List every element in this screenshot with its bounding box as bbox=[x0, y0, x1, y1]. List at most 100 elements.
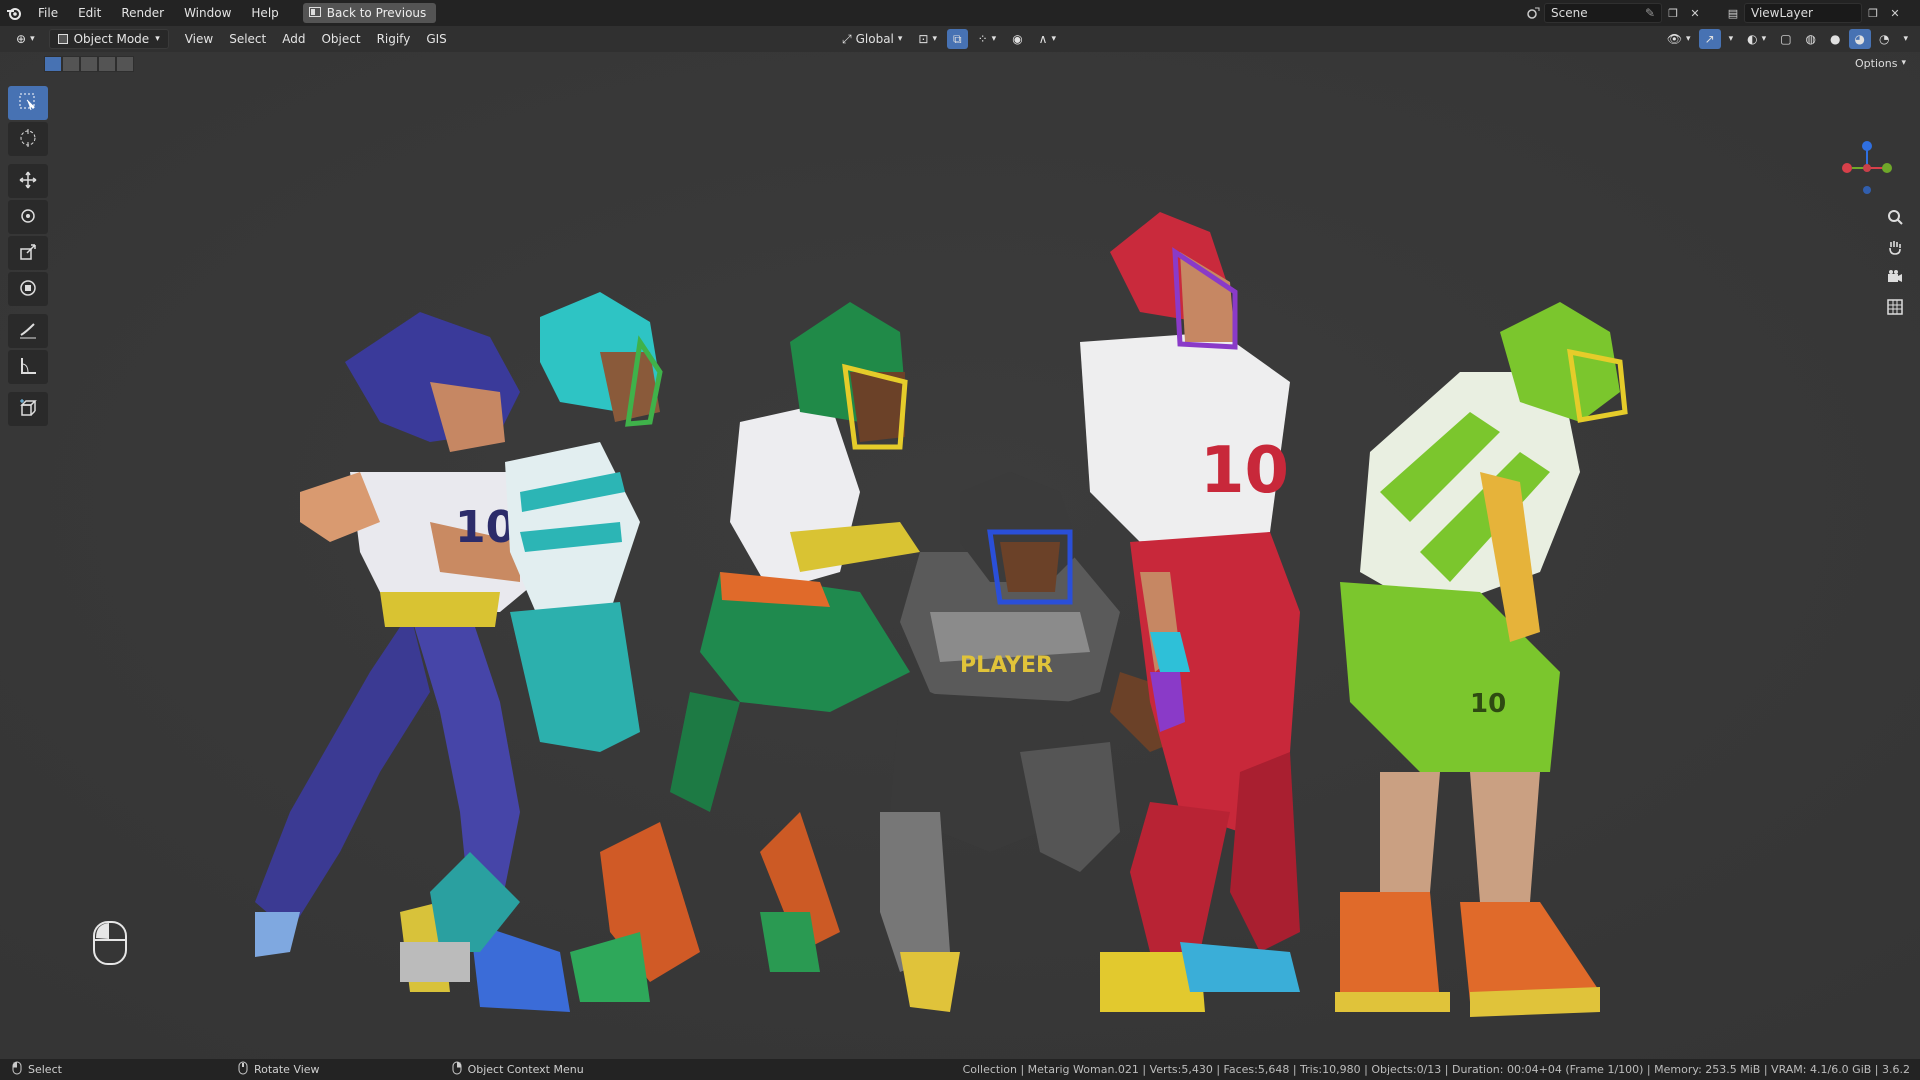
solid-icon: ● bbox=[1830, 32, 1841, 46]
chevron-down-icon: ▾ bbox=[1686, 34, 1691, 44]
annotate-tool[interactable] bbox=[8, 314, 48, 348]
svg-text:10: 10 bbox=[455, 502, 516, 553]
status-select-label: Select bbox=[28, 1063, 62, 1076]
y-axis-icon[interactable] bbox=[1882, 163, 1892, 173]
pivot-icon: ⊡ bbox=[918, 32, 929, 46]
orientation-dropdown[interactable]: ⤢ Global ▾ bbox=[836, 29, 908, 49]
shading-controls: 👁 ▾ ↗ ▾ ◐ ▾ ▢ ◍ ● ◕ ◔ ▾ bbox=[1661, 29, 1914, 49]
xray-toggle[interactable]: ▢ bbox=[1774, 29, 1797, 49]
rotate-tool[interactable] bbox=[8, 200, 48, 234]
new-scene-icon[interactable]: ❐ bbox=[1662, 3, 1684, 23]
rendered-icon: ◔ bbox=[1878, 32, 1890, 46]
pin-icon[interactable]: ✎ bbox=[1645, 6, 1655, 20]
measure-tool[interactable] bbox=[8, 350, 48, 384]
proportional-edit-toggle[interactable]: ◉ bbox=[1006, 29, 1028, 49]
object-mode-dropdown[interactable]: Object Mode ▾ bbox=[48, 29, 169, 49]
blender-logo-icon[interactable] bbox=[0, 0, 28, 26]
orientation-label: Global bbox=[855, 32, 894, 46]
snap-target-dropdown[interactable]: ⁘ ▾ bbox=[972, 29, 1003, 49]
select-extend-button[interactable] bbox=[62, 56, 80, 72]
annotate-pencil-icon bbox=[18, 320, 38, 343]
cursor-tool[interactable] bbox=[8, 122, 48, 156]
gizmo-toggle[interactable]: ↗ bbox=[1698, 29, 1721, 49]
delete-scene-icon[interactable]: ✕ bbox=[1684, 3, 1706, 23]
z-axis-icon[interactable] bbox=[1862, 141, 1872, 151]
select-subtract-button[interactable] bbox=[80, 56, 98, 72]
falloff-dropdown[interactable]: ∧ ▾ bbox=[1033, 29, 1062, 49]
viewlayer-icon[interactable]: ▤ bbox=[1722, 3, 1744, 23]
chevron-down-icon: ▾ bbox=[155, 34, 160, 44]
menu-file[interactable]: File bbox=[28, 0, 68, 26]
status-rotate: Rotate View bbox=[238, 1061, 320, 1078]
orientation-icon: ⤢ bbox=[842, 31, 852, 46]
navigation-gizmo[interactable] bbox=[1832, 138, 1902, 208]
3d-viewport[interactable]: 10 PLAYER 10 10 Options ▾ bbox=[0, 52, 1920, 1059]
move-tool[interactable] bbox=[8, 164, 48, 198]
editor-type-dropdown[interactable]: ⊕ ▾ bbox=[10, 29, 41, 49]
scene-icon[interactable] bbox=[1522, 3, 1544, 23]
solid-shading-button[interactable]: ● bbox=[1824, 29, 1846, 49]
select-box-tool[interactable] bbox=[8, 86, 48, 120]
left-mouse-icon bbox=[12, 1061, 22, 1078]
pan-hand-icon[interactable] bbox=[1880, 232, 1910, 262]
grid-view-icon[interactable] bbox=[1880, 292, 1910, 322]
svg-text:PLAYER: PLAYER bbox=[960, 653, 1053, 678]
status-bar: Select Rotate View Object Context Menu C… bbox=[0, 1059, 1920, 1080]
scale-tool[interactable] bbox=[8, 236, 48, 270]
shading-dropdown[interactable]: ▾ bbox=[1897, 29, 1914, 49]
new-viewlayer-icon[interactable]: ❐ bbox=[1862, 3, 1884, 23]
viewlayer-name-field[interactable]: ViewLayer bbox=[1744, 3, 1862, 23]
select-intersect-button[interactable] bbox=[116, 56, 134, 72]
status-rotate-label: Rotate View bbox=[253, 1063, 320, 1076]
add-cube-tool[interactable] bbox=[8, 392, 48, 426]
scene-name-label: Scene bbox=[1551, 6, 1588, 20]
wireframe-shading-button[interactable]: ◍ bbox=[1800, 29, 1822, 49]
zoom-icon[interactable] bbox=[1880, 202, 1910, 232]
menu-window[interactable]: Window bbox=[174, 0, 241, 26]
back-icon bbox=[308, 6, 321, 20]
right-mouse-icon bbox=[452, 1061, 462, 1078]
chevron-down-icon: ▾ bbox=[932, 34, 938, 44]
measure-ruler-icon bbox=[18, 356, 38, 379]
svg-text:10: 10 bbox=[1200, 434, 1289, 508]
delete-viewlayer-icon[interactable]: ✕ bbox=[1884, 3, 1906, 23]
menu-object[interactable]: Object bbox=[313, 26, 368, 52]
x-axis-icon[interactable] bbox=[1842, 163, 1852, 173]
rotate-icon bbox=[18, 206, 38, 229]
pivot-dropdown[interactable]: ⊡ ▾ bbox=[912, 29, 943, 49]
eye-icon: 👁 bbox=[1666, 32, 1683, 46]
menu-gis[interactable]: GIS bbox=[418, 26, 454, 52]
scale-icon bbox=[18, 242, 38, 265]
scene-selector: Scene ✎ ❐ ✕ bbox=[1522, 3, 1706, 23]
transform-tool[interactable] bbox=[8, 272, 48, 306]
menu-select[interactable]: Select bbox=[221, 26, 274, 52]
scene-render: 10 PLAYER 10 10 bbox=[0, 52, 1920, 1059]
select-new-button[interactable] bbox=[44, 56, 62, 72]
overlay-toggle[interactable]: ◐ ▾ bbox=[1741, 29, 1772, 49]
xray-icon: ▢ bbox=[1780, 32, 1792, 46]
snap-toggle[interactable]: ⧉ bbox=[947, 29, 968, 49]
options-label: Options bbox=[1855, 56, 1898, 70]
material-shading-button[interactable]: ◕ bbox=[1848, 29, 1871, 49]
chevron-down-icon: ▾ bbox=[991, 34, 997, 44]
visibility-dropdown[interactable]: 👁 ▾ bbox=[1661, 29, 1697, 49]
camera-icon[interactable] bbox=[1880, 262, 1910, 292]
menu-help[interactable]: Help bbox=[241, 0, 288, 26]
wireframe-icon: ◍ bbox=[1805, 32, 1817, 46]
menu-rigify[interactable]: Rigify bbox=[369, 26, 419, 52]
menu-edit[interactable]: Edit bbox=[68, 0, 111, 26]
back-to-previous-button[interactable]: Back to Previous bbox=[302, 3, 437, 23]
menu-add[interactable]: Add bbox=[274, 26, 313, 52]
rendered-shading-button[interactable]: ◔ bbox=[1873, 29, 1895, 49]
select-box-icon bbox=[18, 92, 38, 115]
selection-mode-buttons bbox=[44, 56, 134, 72]
menu-render[interactable]: Render bbox=[111, 0, 174, 26]
scene-statistics: Collection | Metarig Woman.021 | Verts:5… bbox=[962, 1063, 1910, 1076]
select-invert-button[interactable] bbox=[98, 56, 116, 72]
menu-view[interactable]: View bbox=[177, 26, 221, 52]
falloff-icon: ∧ bbox=[1038, 32, 1048, 46]
scene-name-field[interactable]: Scene ✎ bbox=[1544, 3, 1662, 23]
negative-z-axis-icon[interactable] bbox=[1863, 186, 1871, 194]
gizmo-dropdown[interactable]: ▾ bbox=[1723, 29, 1740, 49]
options-dropdown[interactable]: Options ▾ bbox=[1849, 54, 1912, 72]
